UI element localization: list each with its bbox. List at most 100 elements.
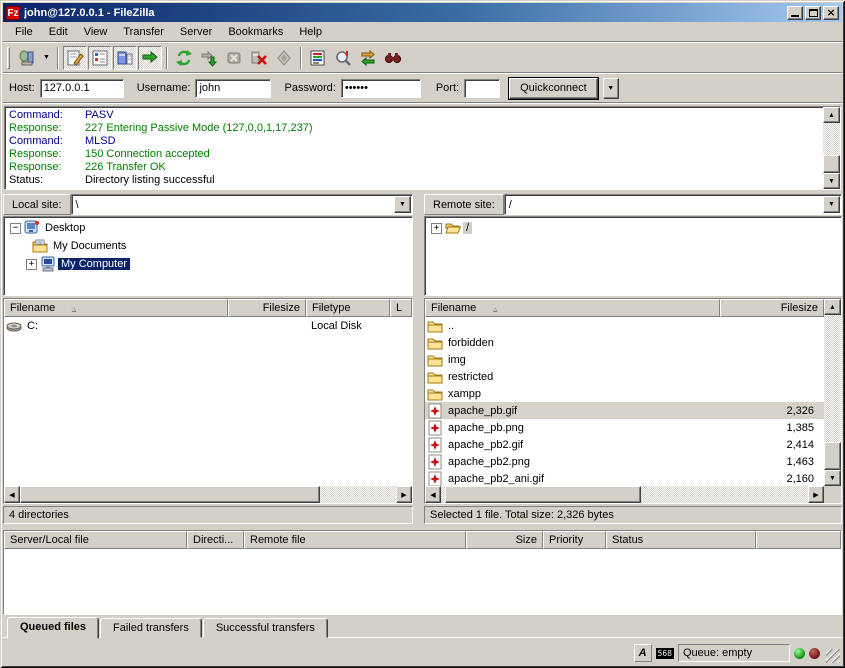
close-button[interactable]: × — [823, 6, 839, 20]
column-header-filename[interactable]: Filename▲ — [425, 299, 720, 317]
remote-file-row-selected[interactable]: apache_pb.gif 2,326 — [425, 402, 824, 419]
remote-file-row[interactable]: .. — [425, 317, 824, 334]
column-header-lastmodified[interactable]: L — [390, 299, 412, 317]
expand-icon[interactable]: + — [431, 223, 442, 234]
tab-queued-files[interactable]: Queued files — [7, 617, 99, 639]
collapse-icon[interactable]: − — [10, 223, 21, 234]
local-site-combo[interactable]: \ ▼ — [71, 194, 413, 215]
tree-item-label[interactable]: My Computer — [58, 258, 130, 270]
menu-edit[interactable]: Edit — [41, 24, 76, 40]
site-manager-dropdown[interactable]: ▼ — [40, 46, 53, 70]
tab-failed-transfers[interactable]: Failed transfers — [100, 618, 202, 638]
scroll-right-icon[interactable]: ▶ — [808, 486, 824, 503]
scroll-right-icon[interactable]: ▶ — [396, 486, 412, 503]
scrollbar-thumb[interactable] — [445, 486, 641, 503]
menu-transfer[interactable]: Transfer — [115, 24, 172, 40]
expand-icon[interactable]: + — [26, 259, 37, 270]
toggle-remote-treeview-button[interactable] — [113, 46, 137, 70]
remote-file-row[interactable]: restricted — [425, 368, 824, 385]
filezilla-window: Fz john@127.0.0.1 - FileZilla × File Edi… — [0, 0, 845, 668]
speed-limit-icon[interactable]: 568 — [656, 648, 674, 659]
local-file-row[interactable]: C: Local Disk — [4, 317, 412, 334]
scrollbar-thumb[interactable] — [823, 155, 840, 173]
column-header-filesize[interactable]: Filesize — [720, 299, 824, 317]
chevron-down-icon[interactable]: ▼ — [823, 196, 840, 213]
scroll-left-icon[interactable]: ◀ — [425, 486, 441, 503]
scroll-up-icon[interactable]: ▲ — [824, 299, 841, 315]
tree-item-label[interactable]: Desktop — [42, 222, 88, 234]
queue-body[interactable] — [4, 549, 841, 614]
column-header-filetype[interactable]: Filetype — [306, 299, 390, 317]
tree-item-my-computer[interactable]: + My Computer — [4, 255, 412, 273]
tree-item-label[interactable]: My Documents — [50, 240, 129, 252]
scroll-up-icon[interactable]: ▲ — [823, 107, 840, 123]
log-scrollbar[interactable]: ▲ ▼ — [823, 107, 840, 189]
toggle-local-treeview-button[interactable] — [88, 46, 112, 70]
minimize-button[interactable] — [787, 6, 803, 20]
menu-bookmarks[interactable]: Bookmarks — [220, 24, 291, 40]
remote-file-row[interactable]: xampp — [425, 385, 824, 402]
username-input[interactable] — [195, 79, 271, 98]
column-header-filesize[interactable]: Filesize — [228, 299, 306, 317]
remote-vertical-scrollbar[interactable]: ▲ ▼ — [824, 299, 841, 486]
tree-item-root[interactable]: + / — [425, 219, 841, 237]
column-header-size[interactable]: Size — [466, 531, 543, 549]
reconnect-button[interactable] — [272, 46, 296, 70]
remote-site-value[interactable]: / — [505, 195, 822, 214]
log-label: Response: — [9, 122, 85, 135]
remote-file-row[interactable]: apache_pb2_ani.gif 2,160 — [425, 470, 824, 486]
find-files-button[interactable] — [381, 46, 405, 70]
titlebar[interactable]: Fz john@127.0.0.1 - FileZilla × — [3, 3, 842, 22]
pane-splitter[interactable] — [413, 194, 424, 524]
remote-file-row[interactable]: apache_pb2.gif 2,414 — [425, 436, 824, 453]
remote-site-combo[interactable]: / ▼ — [504, 194, 842, 215]
toolbar-gripper[interactable] — [7, 47, 10, 69]
local-horizontal-scrollbar[interactable]: ◀ ▶ — [4, 486, 412, 503]
menu-server[interactable]: Server — [172, 24, 220, 40]
port-input[interactable] — [464, 79, 500, 98]
column-header-direction[interactable]: Directi... — [187, 531, 244, 549]
remote-file-row[interactable]: forbidden — [425, 334, 824, 351]
process-queue-button[interactable] — [197, 46, 221, 70]
scroll-left-icon[interactable]: ◀ — [4, 486, 20, 503]
remote-horizontal-scrollbar[interactable]: ◀ ▶ — [425, 486, 841, 503]
column-header-status[interactable]: Status — [606, 531, 756, 549]
remote-file-row[interactable]: apache_pb2.png 1,463 — [425, 453, 824, 470]
quickconnect-button[interactable]: Quickconnect — [509, 78, 598, 99]
scroll-down-icon[interactable]: ▼ — [824, 470, 841, 486]
remote-file-row[interactable]: apache_pb.png 1,385 — [425, 419, 824, 436]
chevron-down-icon[interactable]: ▼ — [394, 196, 411, 213]
menu-help[interactable]: Help — [291, 24, 330, 40]
password-input[interactable] — [341, 79, 421, 98]
host-input[interactable] — [40, 79, 124, 98]
scroll-down-icon[interactable]: ▼ — [823, 173, 840, 189]
local-site-value[interactable]: \ — [72, 195, 393, 214]
disconnect-button[interactable] — [247, 46, 271, 70]
app-icon[interactable]: Fz — [6, 6, 20, 20]
resize-grip[interactable] — [826, 649, 840, 663]
column-header-server-local-file[interactable]: Server/Local file — [4, 531, 187, 549]
tree-item-desktop[interactable]: − Desktop — [4, 219, 412, 237]
tree-item-label[interactable]: / — [463, 222, 472, 234]
directory-listing-filters-button[interactable] — [306, 46, 330, 70]
scrollbar-thumb[interactable] — [824, 442, 841, 470]
quickconnect-dropdown[interactable]: ▼ — [603, 78, 619, 99]
directory-comparison-button[interactable] — [331, 46, 355, 70]
column-header-filename[interactable]: Filename▲ — [4, 299, 228, 317]
column-header-priority[interactable]: Priority — [543, 531, 606, 549]
column-header-remote-file[interactable]: Remote file — [244, 531, 466, 549]
maximize-button[interactable] — [805, 6, 821, 20]
tab-successful-transfers[interactable]: Successful transfers — [203, 618, 328, 638]
transfer-type-icon[interactable]: A — [634, 644, 652, 662]
synchronized-browsing-button[interactable] — [356, 46, 380, 70]
menu-file[interactable]: File — [7, 24, 41, 40]
cancel-operation-button[interactable] — [222, 46, 246, 70]
toggle-transfer-queue-button[interactable] — [138, 46, 162, 70]
site-manager-button[interactable] — [15, 46, 39, 70]
scrollbar-thumb[interactable] — [20, 486, 320, 503]
remote-file-row[interactable]: img — [425, 351, 824, 368]
refresh-button[interactable] — [172, 46, 196, 70]
toggle-message-log-button[interactable] — [63, 46, 87, 70]
tree-item-my-documents[interactable]: My Documents — [4, 237, 412, 255]
menu-view[interactable]: View — [76, 24, 116, 40]
